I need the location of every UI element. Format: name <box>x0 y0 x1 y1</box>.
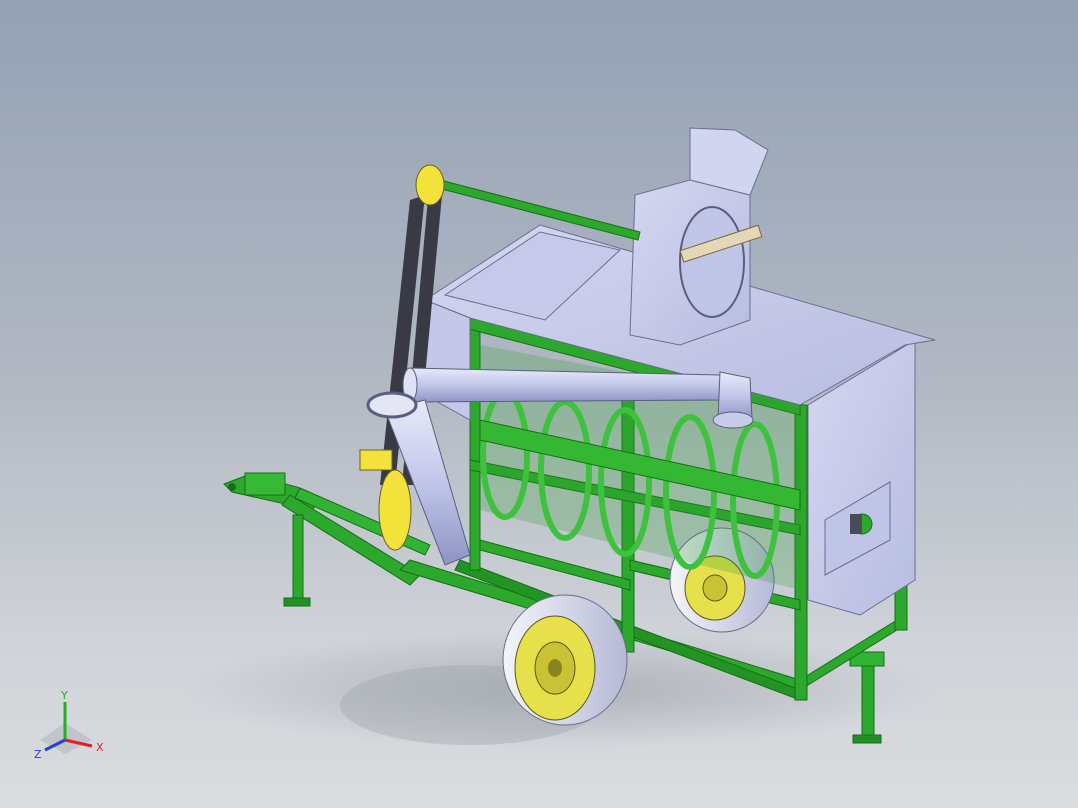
triad-y-label: Y <box>60 689 68 702</box>
triad-x-label: X <box>96 741 104 754</box>
view-orientation-triad[interactable]: Y X Z <box>30 688 120 768</box>
graphics-viewport[interactable]: Y X Z <box>0 0 1078 808</box>
model-view[interactable] <box>0 0 1078 808</box>
front-support-leg[interactable] <box>283 514 311 607</box>
front-wheel[interactable] <box>502 594 628 726</box>
blower-housing[interactable] <box>629 127 769 346</box>
triad-z-label: Z <box>34 748 42 761</box>
